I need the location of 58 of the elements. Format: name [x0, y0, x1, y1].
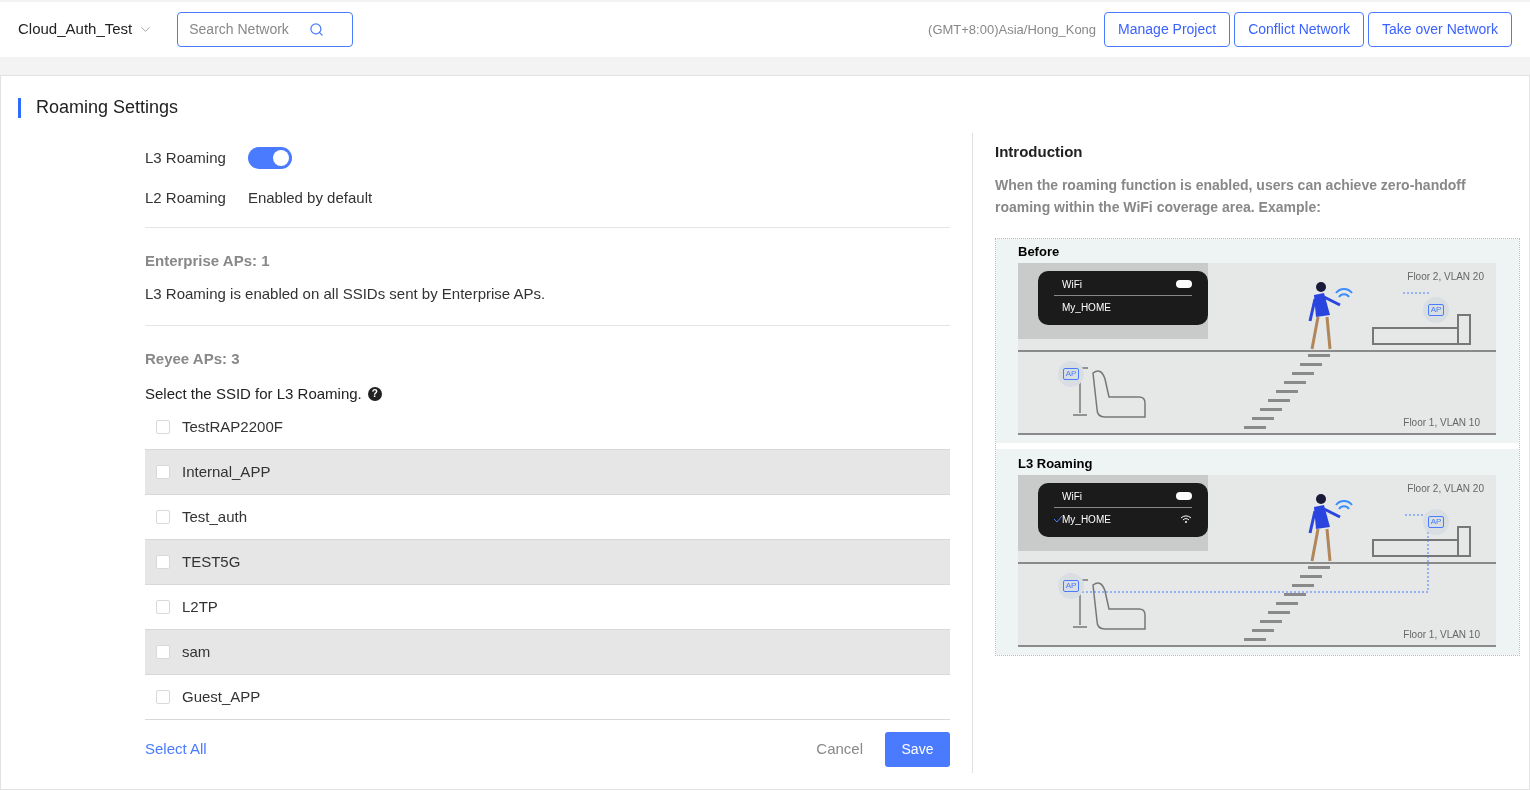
- ssid-row[interactable]: Internal_APP: [145, 450, 950, 495]
- ssid-name: Internal_APP: [182, 461, 271, 482]
- group-title: Enterprise APs: 1: [145, 251, 271, 271]
- check-icon: [1054, 516, 1062, 522]
- search-icon: [309, 22, 325, 37]
- search-field[interactable]: Search Network: [177, 12, 354, 47]
- checkbox[interactable]: [156, 690, 170, 704]
- checkbox[interactable]: [156, 510, 170, 524]
- access-point-badge: AP: [1423, 296, 1449, 323]
- group-note: L3 Roaming is enabled on all SSIDs sent by Enterprise APs.: [145, 283, 547, 304]
- cancel-button[interactable]: Cancel: [816, 738, 863, 761]
- panel-title: L3 Roaming: [1018, 454, 1094, 473]
- ssid-row[interactable]: sam: [145, 630, 950, 675]
- floor-label: Floor 2, VLAN 20: [1407, 269, 1484, 284]
- timezone-text: (GMT+8:00)Asia/Hong_Kong: [928, 20, 1097, 39]
- ssid-name: sam: [182, 641, 211, 662]
- header-button[interactable]: Take over Network: [1368, 12, 1512, 47]
- select-all-link[interactable]: Select All: [145, 738, 207, 761]
- checkbox[interactable]: [156, 645, 170, 659]
- project-selector[interactable]: Cloud_Auth_Test: [18, 18, 154, 41]
- panel-title: Before: [1018, 242, 1061, 261]
- wifi-label: WiFi: [1061, 277, 1082, 292]
- intro-title: Introduction: [995, 142, 1084, 162]
- ssid-name: L2TP: [182, 596, 218, 617]
- ssid-prompt: Select the SSID for L3 Roaming.: [145, 383, 362, 404]
- floor-label: Floor 1, VLAN 10: [1403, 627, 1480, 642]
- checkbox[interactable]: [156, 420, 170, 434]
- setting-value: Enabled by default: [247, 187, 373, 208]
- ssid-name: TEST5G: [182, 551, 241, 572]
- ssid-name: Guest_APP: [182, 686, 261, 707]
- network-name: My_HOME: [1062, 300, 1111, 315]
- checkbox[interactable]: [156, 600, 170, 614]
- setting-label: L2 Roaming: [145, 187, 226, 208]
- floor-label: Floor 2, VLAN 20: [1407, 481, 1484, 496]
- setting-label: L3 Roaming: [145, 147, 226, 168]
- toggle-icon: [1176, 492, 1192, 500]
- save-button[interactable]: Save: [885, 732, 950, 767]
- ssid-row[interactable]: TEST5G: [145, 540, 950, 585]
- help-icon[interactable]: ?: [367, 386, 382, 401]
- access-point-badge: AP: [1423, 508, 1449, 535]
- intro-text: When the roaming function is enabled, users can achieve zero-handoff roaming within the WiFi coverage area. Example:: [995, 175, 1467, 217]
- group-title: Reyee APs: 3: [145, 349, 241, 369]
- checkbox[interactable]: [156, 465, 170, 479]
- checkbox[interactable]: [156, 555, 170, 569]
- ssid-name: TestRAP2200F: [182, 416, 283, 437]
- wifi-label: WiFi: [1061, 489, 1082, 504]
- toggle-icon: [1176, 280, 1192, 288]
- header-button[interactable]: Conflict Network: [1234, 12, 1365, 47]
- toggle-switch[interactable]: [247, 147, 292, 169]
- floor-label: Floor 1, VLAN 10: [1403, 415, 1480, 430]
- network-name: My_HOME: [1062, 512, 1111, 527]
- access-point-badge: AP: [1058, 360, 1084, 387]
- ssid-name: Test_auth: [182, 506, 248, 527]
- access-point-badge: AP: [1058, 572, 1084, 599]
- wifi-icon: [1180, 515, 1192, 523]
- search-input[interactable]: Search Network: [189, 19, 300, 40]
- header-button[interactable]: Manage Project: [1104, 12, 1231, 47]
- section-title: Roaming Settings: [36, 96, 179, 119]
